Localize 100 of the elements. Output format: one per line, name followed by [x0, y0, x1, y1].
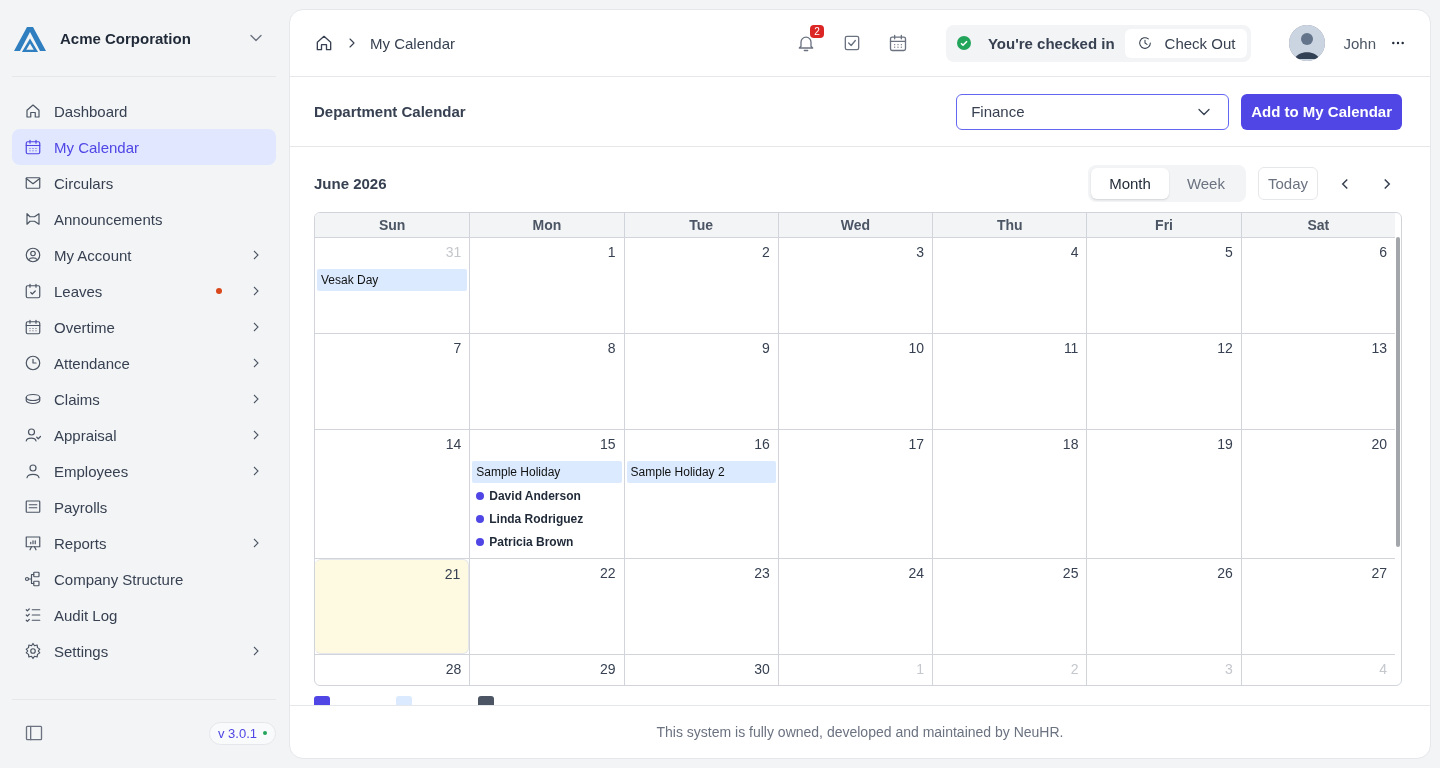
day-number: 28 — [444, 660, 463, 679]
check-out-button[interactable]: Check Out — [1124, 28, 1248, 58]
day-cell[interactable]: 31 Vesak Day — [315, 238, 470, 333]
avatar[interactable] — [1289, 25, 1326, 61]
day-number: 24 — [907, 564, 926, 583]
day-number: 25 — [1061, 564, 1080, 583]
logo-icon — [12, 24, 48, 52]
envelope-icon — [24, 174, 42, 192]
day-cell[interactable]: 1 — [469, 238, 624, 333]
day-cell[interactable]: 17 — [777, 430, 933, 558]
company-name: Acme Corporation — [60, 29, 192, 47]
leave-event[interactable]: David Anderson — [472, 486, 622, 506]
sidebar-item[interactable]: Dashboard — [12, 93, 276, 129]
sidebar-item[interactable]: Appraisal — [12, 417, 276, 453]
calendar-icon — [24, 138, 42, 156]
sidebar-item[interactable]: My Account — [12, 237, 276, 273]
sidebar-item[interactable]: My Calendar — [12, 129, 276, 165]
leave-event[interactable]: Linda Rodriguez — [472, 509, 622, 529]
day-number: 1 — [915, 660, 926, 679]
version-badge: v 3.0.1 — [208, 721, 276, 745]
day-cell[interactable]: 13 — [1240, 334, 1395, 429]
sidebar-item[interactable]: Reports — [12, 525, 276, 561]
sidebar-item[interactable]: Overtime — [12, 309, 276, 345]
day-number: 1 — [606, 243, 617, 262]
presentation-chart-icon — [24, 534, 42, 552]
today-button[interactable]: Today — [1257, 167, 1318, 200]
day-number: 6 — [1378, 243, 1388, 262]
check-in-status: You're checked in — [986, 34, 1115, 52]
day-cell[interactable]: 4 — [932, 238, 1087, 333]
sidebar-item[interactable]: Settings — [12, 633, 276, 669]
day-cell[interactable]: 10 — [777, 334, 933, 429]
day-cell[interactable]: 9 — [623, 334, 778, 429]
view-tab[interactable]: Week — [1168, 168, 1243, 199]
day-cell[interactable]: 7 — [315, 334, 470, 429]
view-tab[interactable]: Month — [1091, 168, 1169, 199]
sidebar-item[interactable]: Payrolls — [12, 489, 276, 525]
day-cell[interactable]: 19 — [1086, 430, 1241, 558]
day-cell[interactable]: 25 — [932, 559, 1087, 654]
day-number: 8 — [606, 339, 617, 358]
day-number: 14 — [444, 435, 463, 454]
day-cell[interactable]: 6 — [1240, 238, 1395, 333]
day-number: 23 — [753, 564, 771, 583]
day-number: 4 — [1378, 660, 1388, 679]
weekday-header: Mon — [469, 213, 624, 237]
day-cell[interactable]: 23 — [623, 559, 778, 654]
day-cell[interactable]: 15 Sample Holiday David Anderson Linda Rodriguez Patricia Brown — [469, 430, 624, 558]
holiday-event[interactable]: Sample Holiday 2 — [626, 461, 776, 483]
day-cell[interactable]: 28 — [315, 655, 470, 685]
day-cell[interactable]: 3 — [777, 238, 933, 333]
sidebar-toggle-icon — [24, 723, 44, 743]
day-cell[interactable]: 5 — [1086, 238, 1241, 333]
scrollbar[interactable] — [1396, 237, 1400, 547]
sidebar-item[interactable]: Attendance — [12, 345, 276, 381]
calendar-check-icon — [24, 282, 42, 300]
weekday-header: Thu — [932, 213, 1087, 237]
day-cell[interactable]: 30 — [623, 655, 778, 685]
day-cell[interactable]: 20 — [1240, 430, 1395, 558]
hierarchy-icon — [24, 570, 42, 588]
day-cell[interactable]: 8 — [469, 334, 624, 429]
day-number: 21 — [443, 565, 462, 584]
day-cell[interactable]: 12 — [1086, 334, 1241, 429]
day-number: 30 — [753, 660, 771, 679]
today-cell[interactable]: 21 — [315, 559, 470, 654]
footer-text: This system is fully owned, developed and maintained by NeuHR. — [290, 705, 1430, 758]
day-cell[interactable]: 11 — [932, 334, 1087, 429]
sidebar-item[interactable]: Circulars — [12, 165, 276, 201]
weekday-header: Fri — [1086, 213, 1241, 237]
breadcrumb[interactable]: My Calendar — [370, 34, 786, 52]
holiday-event[interactable]: Sample Holiday — [472, 461, 622, 483]
day-number: 17 — [907, 435, 926, 454]
day-cell[interactable]: 24 — [777, 559, 933, 654]
holiday-event[interactable]: Vesak Day — [317, 269, 468, 291]
day-number: 31 — [444, 243, 463, 262]
day-cell[interactable]: 26 — [1086, 559, 1241, 654]
day-cell[interactable]: 14 — [315, 430, 470, 558]
leave-event[interactable]: Patricia Brown — [472, 532, 622, 552]
sidebar-item[interactable]: Audit Log — [12, 597, 276, 633]
user-name[interactable]: John — [1343, 34, 1376, 52]
sidebar-item[interactable]: Company Structure — [12, 561, 276, 597]
day-cell[interactable]: 16 Sample Holiday 2 — [623, 430, 778, 558]
user-circle-icon — [24, 246, 42, 264]
day-number: 27 — [1370, 564, 1388, 583]
calendar-icon — [887, 33, 908, 53]
day-cell[interactable]: 2 — [623, 238, 778, 333]
add-to-calendar-button[interactable]: Add to My Calendar — [1241, 93, 1402, 130]
sidebar-item[interactable]: Announcements — [12, 201, 276, 237]
calendar-icon — [24, 318, 42, 336]
day-number: 15 — [599, 435, 617, 454]
department-select[interactable]: Finance — [956, 93, 1230, 130]
day-cell[interactable]: 27 — [1240, 559, 1395, 654]
day-cell[interactable]: 22 — [469, 559, 624, 654]
day-number: 7 — [452, 339, 463, 358]
day-number: 11 — [1062, 339, 1080, 358]
sidebar-item[interactable]: Employees — [12, 453, 276, 489]
day-cell[interactable]: 18 — [932, 430, 1087, 558]
day-number: 26 — [1216, 564, 1234, 583]
day-number: 10 — [907, 339, 926, 358]
sidebar-item[interactable]: Claims — [12, 381, 276, 417]
day-number: 20 — [1370, 435, 1388, 454]
sidebar-item[interactable]: Leaves — [12, 273, 276, 309]
